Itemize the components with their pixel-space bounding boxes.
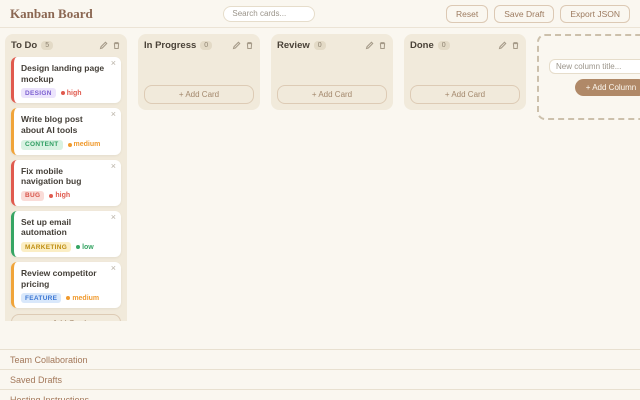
- export-json-button[interactable]: Export JSON: [560, 4, 630, 23]
- card-label-badge: FEATURE: [21, 293, 62, 304]
- priority-dot-icon: [67, 142, 72, 147]
- kanban-column: To Do 5 × Design landing page mockup DES…: [5, 34, 127, 321]
- column-count-badge: 0: [313, 41, 326, 50]
- close-icon[interactable]: ×: [111, 264, 116, 273]
- card-list: [410, 57, 520, 79]
- trash-icon[interactable]: [511, 41, 520, 50]
- section-saved-drafts[interactable]: Saved Drafts: [0, 369, 640, 389]
- close-icon[interactable]: ×: [111, 161, 116, 171]
- kanban-card[interactable]: × Write blog post about AI tools CONTENT…: [11, 108, 121, 155]
- section-team-collaboration[interactable]: Team Collaboration: [0, 349, 640, 369]
- card-meta: DESIGN high: [21, 88, 114, 99]
- trash-icon[interactable]: [112, 41, 121, 50]
- priority-label: high: [66, 89, 82, 97]
- priority-label: medium: [72, 294, 100, 302]
- priority-label: low: [82, 243, 94, 251]
- close-icon[interactable]: ×: [111, 110, 116, 119]
- card-list: [277, 57, 387, 79]
- card-priority: high: [60, 89, 82, 97]
- app-header: Kanban Board Reset Save Draft Export JSO…: [0, 0, 640, 28]
- priority-label: medium: [73, 141, 101, 148]
- card-priority: low: [76, 244, 94, 251]
- card-title: Write blog post about AI tools: [21, 114, 83, 135]
- new-column-panel: + Add Column: [537, 34, 640, 120]
- priority-dot-icon: [49, 193, 54, 198]
- kanban-card[interactable]: × Set up email automation MARKETING low: [11, 210, 121, 257]
- section-hosting-instructions[interactable]: Hosting Instructions: [0, 389, 640, 400]
- save-draft-button[interactable]: Save Draft: [494, 4, 555, 23]
- priority-dot-icon: [66, 296, 71, 301]
- header-actions: Reset Save Draft Export JSON: [446, 4, 630, 23]
- card-priority: high: [49, 192, 70, 199]
- card-list: [144, 57, 254, 79]
- card-label-badge: DESIGN: [21, 88, 56, 99]
- trash-icon[interactable]: [245, 41, 254, 50]
- column-header: Done 0: [410, 40, 520, 51]
- column-title: In Progress: [144, 40, 197, 51]
- column-header: Review 0: [277, 40, 387, 51]
- kanban-column: Done 0 + Add Card: [404, 34, 526, 110]
- new-column-title-input[interactable]: [549, 58, 640, 74]
- board: To Do 5 × Design landing page mockup DES…: [0, 28, 640, 321]
- close-icon[interactable]: ×: [111, 212, 116, 222]
- reset-button[interactable]: Reset: [446, 4, 489, 23]
- card-priority: medium: [67, 141, 101, 148]
- card-label-badge: MARKETING: [21, 242, 72, 252]
- card-label-badge: CONTENT: [21, 139, 63, 150]
- card-list: × Design landing page mockup DESIGN high…: [11, 57, 121, 309]
- column-count-badge: 0: [437, 41, 450, 50]
- kanban-card[interactable]: × Fix mobile navigation bug BUG high: [11, 159, 121, 206]
- column-title: Done: [410, 40, 434, 51]
- add-card-button[interactable]: + Add Card: [277, 85, 387, 104]
- add-card-button[interactable]: + Add Card: [144, 85, 254, 104]
- column-header: In Progress 0: [144, 40, 254, 51]
- kanban-card[interactable]: × Design landing page mockup DESIGN high: [11, 57, 121, 104]
- card-label-badge: BUG: [21, 190, 45, 201]
- card-priority: medium: [66, 295, 99, 302]
- kanban-column: In Progress 0 + Add Card: [138, 34, 260, 110]
- column-title: Review: [277, 40, 310, 51]
- column-count-badge: 5: [41, 41, 54, 50]
- card-title: Design landing page mockup: [21, 63, 105, 84]
- column-count-badge: 0: [200, 41, 213, 50]
- kanban-column: Review 0 + Add Card: [271, 34, 393, 110]
- priority-dot-icon: [60, 91, 65, 96]
- add-column-button[interactable]: + Add Column: [574, 78, 640, 96]
- card-meta: BUG high: [21, 190, 114, 201]
- bottom-sections: Team Collaboration Saved Drafts Hosting …: [0, 349, 640, 400]
- edit-column-icon[interactable]: [498, 41, 507, 50]
- edit-column-icon[interactable]: [232, 41, 241, 50]
- add-card-button[interactable]: + Add Card: [11, 314, 121, 321]
- edit-column-icon[interactable]: [99, 41, 108, 50]
- edit-column-icon[interactable]: [365, 41, 374, 50]
- priority-label: high: [55, 192, 71, 200]
- column-header: To Do 5: [11, 40, 121, 51]
- kanban-card[interactable]: × Review competitor pricing FEATURE medi…: [11, 262, 121, 309]
- card-meta: MARKETING low: [21, 242, 114, 252]
- trash-icon[interactable]: [378, 41, 387, 50]
- search-input[interactable]: [223, 5, 316, 22]
- card-title: Review competitor pricing: [21, 268, 97, 289]
- priority-dot-icon: [76, 245, 81, 249]
- add-card-button[interactable]: + Add Card: [410, 85, 520, 104]
- card-title: Set up email automation: [21, 216, 72, 238]
- card-title: Fix mobile navigation bug: [21, 165, 82, 187]
- close-icon[interactable]: ×: [111, 59, 116, 68]
- card-meta: FEATURE medium: [21, 293, 114, 304]
- column-title: To Do: [11, 40, 38, 51]
- page-title: Kanban Board: [10, 5, 93, 21]
- card-meta: CONTENT medium: [21, 139, 114, 150]
